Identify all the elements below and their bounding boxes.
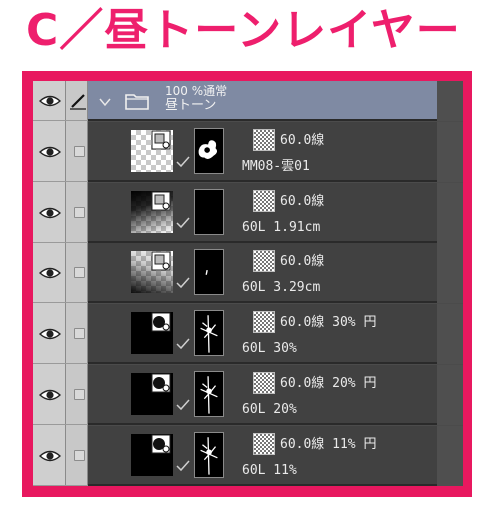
row-gutter — [437, 183, 463, 243]
row-gutter — [437, 122, 463, 182]
check-icon — [176, 277, 190, 289]
page-heading: C／昼トーンレイヤー — [26, 5, 461, 56]
eye-icon[interactable] — [39, 206, 61, 220]
tone-pattern-icon — [253, 311, 275, 333]
layer-tone-info: 60.0線 — [280, 133, 325, 148]
layer-name: 60L 20% — [242, 402, 297, 417]
eye-icon[interactable] — [39, 94, 61, 108]
row-separator — [33, 424, 88, 425]
layer-tone-info: 60.0線 — [280, 194, 325, 209]
layer-name: 60L 3.29cm — [242, 280, 321, 295]
layer-tone-info: 60.0線 30% 円 — [280, 315, 377, 330]
check-icon — [176, 399, 190, 411]
check-icon — [176, 460, 190, 472]
row-separator — [33, 485, 88, 486]
tone-pattern-icon — [151, 130, 171, 150]
layer-mask-thumbnail — [194, 249, 224, 295]
tone-pattern-icon — [151, 312, 171, 332]
layer-mask-thumbnail — [194, 371, 224, 417]
folder-blend-mode: 100 %通常 — [165, 84, 228, 98]
row-separator — [33, 181, 88, 182]
eye-icon[interactable] — [39, 388, 61, 402]
eye-icon[interactable] — [39, 145, 61, 159]
lock-checkbox[interactable] — [74, 450, 85, 461]
layer-mask-thumbnail — [194, 310, 224, 356]
row-separator — [33, 302, 88, 303]
eye-icon[interactable] — [39, 327, 61, 341]
lock-checkbox[interactable] — [74, 207, 85, 218]
tone-pattern-icon — [151, 434, 171, 454]
row-separator — [33, 120, 88, 121]
lock-checkbox[interactable] — [74, 146, 85, 157]
layer-name: 60L 30% — [242, 341, 297, 356]
tone-pattern-icon — [151, 251, 171, 271]
chevron-down-icon[interactable] — [99, 97, 111, 107]
eye-icon[interactable] — [39, 266, 61, 280]
layer-tone-info: 60.0線 20% 円 — [280, 376, 377, 391]
row-gutter — [437, 365, 463, 425]
row-gutter — [437, 243, 463, 303]
check-icon — [176, 338, 190, 350]
tone-pattern-icon — [253, 129, 275, 151]
layer-row[interactable]: 60.0線 MM08-雲01 — [33, 122, 463, 182]
tone-pattern-icon — [151, 191, 171, 211]
tone-pattern-icon — [253, 190, 275, 212]
row-gutter — [437, 81, 463, 121]
folder-row[interactable]: 100 %通常 昼トーン — [33, 81, 463, 121]
layer-row[interactable]: 60.0線 60L 3.29cm — [33, 243, 463, 303]
layer-name: 60L 1.91cm — [242, 220, 321, 235]
layer-thumbnail — [131, 434, 173, 476]
layer-thumbnail — [131, 373, 173, 415]
layer-thumbnail — [131, 251, 173, 293]
pencil-icon[interactable] — [69, 92, 87, 110]
lock-checkbox[interactable] — [74, 328, 85, 339]
layer-mask-thumbnail — [194, 189, 224, 235]
row-gutter — [437, 304, 463, 364]
row-separator — [33, 363, 88, 364]
folder-icon — [125, 94, 149, 110]
layer-mask-thumbnail — [194, 432, 224, 478]
layer-tone-info: 60.0線 — [280, 254, 325, 269]
layer-thumbnail — [131, 312, 173, 354]
layer-name: 60L 11% — [242, 463, 297, 478]
tone-pattern-icon — [253, 372, 275, 394]
layer-thumbnail — [131, 191, 173, 233]
lock-checkbox[interactable] — [74, 267, 85, 278]
tone-pattern-icon — [151, 373, 171, 393]
tone-pattern-icon — [253, 433, 275, 455]
layer-panel: 100 %通常 昼トーン 60.0線 MM08-雲01 60.0線 60L 1.91c… — [33, 81, 463, 486]
lock-checkbox[interactable] — [74, 389, 85, 400]
layer-row[interactable]: 60.0線 60L 1.91cm — [33, 183, 463, 243]
layer-mask-thumbnail — [194, 128, 224, 174]
folder-name: 昼トーン — [165, 98, 217, 113]
row-gutter — [437, 426, 463, 486]
layer-row[interactable]: 60.0線 20% 円 60L 20% — [33, 365, 463, 425]
check-icon — [176, 217, 190, 229]
layer-name: MM08-雲01 — [242, 159, 310, 174]
layer-row[interactable]: 60.0線 30% 円 60L 30% — [33, 304, 463, 364]
layer-row[interactable]: 60.0線 11% 円 60L 11% — [33, 426, 463, 486]
tone-pattern-icon — [253, 250, 275, 272]
check-icon — [176, 156, 190, 168]
layer-thumbnail — [131, 130, 173, 172]
layer-tone-info: 60.0線 11% 円 — [280, 437, 377, 452]
eye-icon[interactable] — [39, 449, 61, 463]
